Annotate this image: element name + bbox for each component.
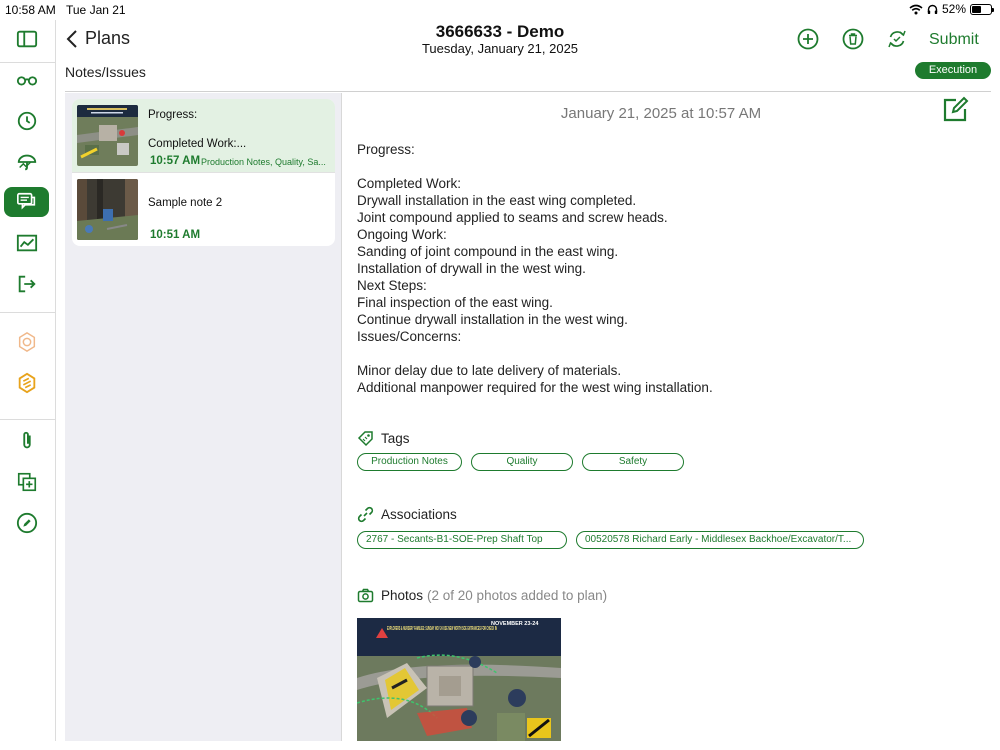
rail-item-weather[interactable]: [4, 147, 49, 177]
body-line: Ongoing Work:: [357, 227, 447, 242]
association-chip[interactable]: 00520578 Richard Early - Middlesex Backh…: [576, 531, 864, 549]
link-icon: [357, 506, 374, 523]
body-line: Progress:: [357, 142, 415, 157]
note-list-item[interactable]: Progress: Completed Work:... 10:57 AM Pr…: [72, 99, 335, 172]
rail-item-notes[interactable]: [4, 187, 49, 217]
body-line: Minor delay due to late delivery of mate…: [357, 363, 622, 378]
note-summary: Completed Work:...: [148, 138, 247, 150]
edit-icon[interactable]: [942, 96, 969, 123]
submit-button[interactable]: Submit: [929, 31, 979, 49]
sidebar-toggle-icon: [16, 30, 37, 48]
body-line: Installation of drywall in the west wing…: [357, 261, 586, 276]
body-line: Final inspection of the east wing.: [357, 295, 553, 310]
body-line: Additional manpower required for the wes…: [357, 380, 713, 395]
rail-item-clock[interactable]: [4, 106, 49, 136]
rail-item-add-copy[interactable]: [4, 467, 49, 497]
badge-icon: [18, 331, 35, 353]
photos-header: Photos (2 of 20 photos added to plan): [357, 587, 607, 604]
clock-icon: [17, 111, 36, 131]
associations-label: Associations: [381, 507, 457, 522]
body-line: Completed Work:: [357, 176, 462, 191]
header: Plans 3666633 - Demo Tuesday, January 21…: [57, 20, 1000, 92]
battery-percent: 52%: [941, 2, 966, 16]
logout-icon: [18, 275, 36, 293]
status-badge: Execution: [915, 62, 991, 79]
body-line: Joint compound applied to seams and scre…: [357, 210, 668, 225]
note-time: 10:51 AM: [150, 229, 201, 241]
status-date: Tue Jan 21: [66, 3, 126, 17]
sync-icon[interactable]: [886, 28, 908, 50]
header-divider: [65, 91, 991, 92]
body-line: Drywall installation in the east wing co…: [357, 193, 637, 208]
rail-item-chart[interactable]: [4, 228, 49, 258]
logo-icon: [18, 372, 35, 394]
tag-chip[interactable]: Safety: [582, 453, 684, 471]
tag-chip[interactable]: Quality: [471, 453, 573, 471]
tag-chip[interactable]: Production Notes: [357, 453, 462, 471]
bottom-area: [0, 741, 1000, 750]
sidebar-toggle-button[interactable]: [4, 24, 49, 54]
rail-divider: [0, 312, 56, 313]
camera-icon: [357, 588, 374, 603]
note-thumbnail: [77, 179, 138, 240]
tag-icon: [357, 431, 373, 447]
rail-divider: [0, 62, 56, 63]
photos-label: Photos: [381, 588, 424, 603]
rail-item-attachments[interactable]: [4, 426, 49, 456]
rail-divider: [0, 419, 56, 420]
note-list-item[interactable]: Sample note 2 10:51 AM: [72, 173, 335, 246]
note-title: Sample note 2: [148, 197, 223, 209]
battery-icon: [970, 3, 994, 15]
note-body: Progress: Completed Work: Drywall instal…: [357, 141, 957, 396]
rail-item-badge[interactable]: [4, 327, 49, 357]
tags-header: Tags: [357, 430, 410, 447]
add-copy-icon: [17, 472, 36, 492]
status-time: 10:58 AM: [5, 3, 56, 17]
photo-thumbnail[interactable]: EXPLORERS & NURSERY FAMILIES: SUNDAY NOV…: [357, 618, 561, 741]
note-timestamp: January 21, 2025 at 10:57 AM: [560, 105, 762, 122]
body-line: Continue drywall installation in the wes…: [357, 312, 628, 327]
rail-item-logo[interactable]: [4, 368, 49, 398]
associations-header: Associations: [357, 506, 457, 523]
status-right: 52%: [909, 2, 994, 16]
body-line: Issues/Concerns:: [357, 329, 462, 344]
left-rail: [0, 20, 56, 750]
note-thumbnail: [77, 105, 138, 166]
note-tags: Production Notes, Quality, Sa...: [201, 157, 326, 167]
association-chip[interactable]: 2767 - Secants-B1-SOE-Prep Shaft Top: [357, 531, 567, 549]
rail-item-pencil[interactable]: [4, 508, 49, 538]
wifi-icon: [909, 4, 923, 14]
chart-icon: [16, 234, 37, 252]
body-line: Next Steps:: [357, 278, 427, 293]
delete-icon[interactable]: [842, 28, 864, 50]
photo-date: NOVEMBER 23-24: [491, 621, 539, 627]
glasses-icon: [16, 76, 37, 86]
body-line: [357, 345, 957, 362]
notes-icon: [16, 192, 35, 210]
body-line: Sanding of joint compound in the east wi…: [357, 244, 619, 259]
photos-count: (2 of 20 photos added to plan): [427, 588, 608, 603]
tags-label: Tags: [381, 431, 410, 446]
notes-list: Progress: Completed Work:... 10:57 AM Pr…: [72, 99, 335, 246]
status-bar: 10:58 AM Tue Jan 21 52%: [0, 0, 1000, 20]
battery-fill: [972, 5, 982, 13]
pencil-icon: [16, 512, 37, 534]
note-time: 10:57 AM: [150, 155, 201, 167]
rail-item-glasses[interactable]: [4, 65, 49, 95]
photo-banner: EXPLORERS & NURSERY FAMILIES: SUNDAY NOV…: [387, 626, 497, 632]
section-title: Notes/Issues: [65, 64, 146, 80]
add-icon[interactable]: [797, 28, 819, 50]
weather-icon: [17, 154, 36, 171]
headphones-icon: [927, 4, 938, 14]
notes-list-pane: Progress: Completed Work:... 10:57 AM Pr…: [65, 93, 342, 741]
note-detail: January 21, 2025 at 10:57 AM Progress: C…: [343, 93, 1000, 741]
body-line: [357, 158, 957, 175]
paperclip-icon: [22, 431, 31, 449]
note-title: Progress:: [148, 109, 198, 121]
rail-item-logout[interactable]: [4, 269, 49, 299]
